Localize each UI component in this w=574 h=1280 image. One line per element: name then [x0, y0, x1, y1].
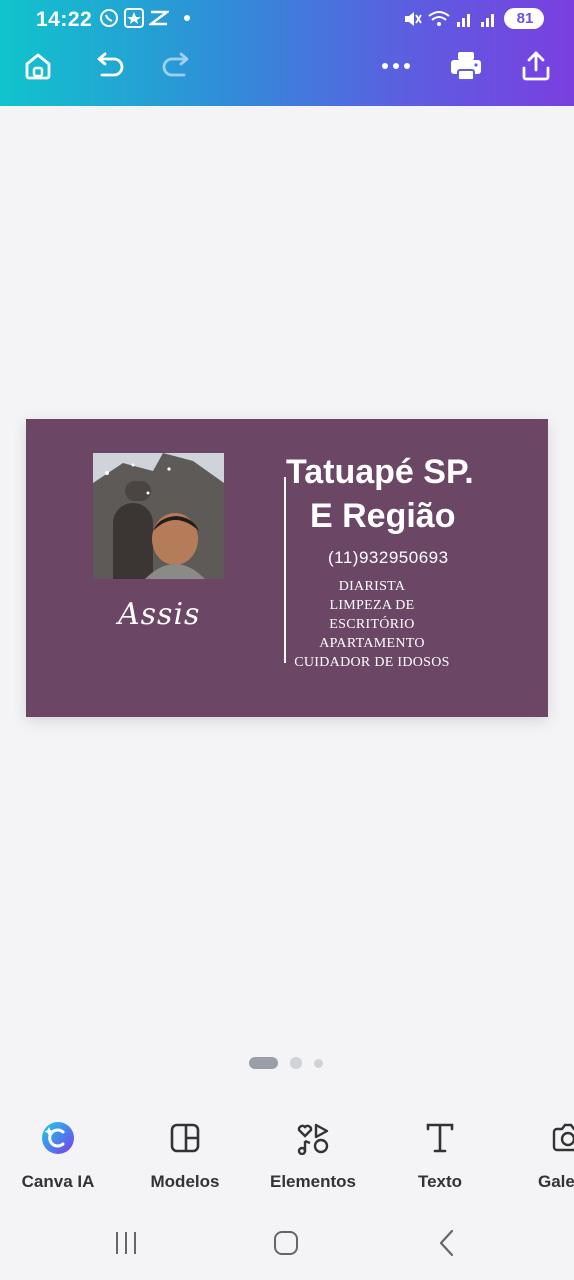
service-item: APARTAMENTO — [319, 636, 425, 651]
phone-number: (11)932950693 — [328, 548, 449, 567]
tool-label: Modelos — [150, 1172, 220, 1191]
more-dots-icon — [382, 63, 410, 69]
elements-icon — [293, 1118, 333, 1158]
whatsapp-icon — [99, 8, 119, 28]
recent-apps-button[interactable] — [106, 1225, 146, 1261]
more-options-button[interactable] — [376, 46, 416, 86]
text-icon — [420, 1118, 460, 1158]
undo-button[interactable] — [89, 46, 129, 86]
page-dot[interactable] — [290, 1057, 302, 1069]
home-nav-icon — [274, 1231, 298, 1255]
top-header: 14:22 81 — [0, 0, 574, 106]
redo-icon — [162, 52, 189, 77]
church-selfie-image — [93, 453, 224, 579]
tool-modelos[interactable]: Modelos — [125, 1112, 245, 1192]
services-list: DIARISTA LIMPEZA DE ESCRITÓRIO APARTAMEN… — [284, 577, 460, 672]
service-item: DIARISTA — [338, 579, 406, 594]
back-icon — [439, 1229, 454, 1257]
camera-icon — [548, 1118, 574, 1158]
service-item: CUIDADOR DE IDOSOS — [294, 655, 450, 670]
headline-line-1: Tatuapé SP. — [286, 453, 474, 491]
service-item: LIMPEZA DE — [329, 598, 415, 613]
tool-elementos[interactable]: Elementos — [253, 1112, 373, 1192]
home-nav-button[interactable] — [266, 1225, 306, 1261]
page-dot-active[interactable] — [249, 1057, 278, 1069]
print-icon — [451, 52, 481, 81]
battery-indicator: 81 — [504, 8, 544, 29]
app-notification-icon — [124, 8, 144, 28]
system-nav-bar — [0, 1215, 574, 1270]
home-icon — [25, 53, 51, 80]
headline-line-2: E Região — [310, 497, 456, 535]
tool-label: Canva IA — [21, 1172, 95, 1191]
service-item: ESCRITÓRIO — [329, 617, 415, 632]
recent-apps-icon — [116, 1232, 136, 1254]
undo-icon — [97, 52, 124, 77]
redo-button[interactable] — [157, 46, 197, 86]
home-button[interactable] — [18, 46, 58, 86]
print-button[interactable] — [446, 46, 486, 86]
templates-icon — [165, 1118, 205, 1158]
share-button[interactable] — [516, 46, 556, 86]
status-bar: 14:22 81 — [0, 0, 574, 40]
more-notifications-dot — [184, 15, 190, 21]
page-indicator — [249, 1057, 323, 1069]
profile-photo[interactable] — [93, 453, 224, 579]
back-nav-button[interactable] — [427, 1225, 467, 1261]
signal-icon — [457, 13, 470, 27]
tool-canva-ia[interactable]: Canva IA — [0, 1112, 118, 1192]
notification-icons — [99, 8, 190, 28]
system-icons: 81 — [402, 8, 544, 29]
share-icon — [522, 51, 550, 81]
business-card-design[interactable]: Assis Tatuapé SP. E Região (11)932950693… — [26, 419, 548, 717]
signal-icon-2 — [481, 13, 494, 27]
signature-text: Assis — [118, 597, 201, 632]
page-dot[interactable] — [314, 1058, 323, 1068]
tool-texto[interactable]: Texto — [380, 1112, 500, 1192]
tool-galeria[interactable]: Gale — [508, 1112, 574, 1192]
mute-icon — [405, 11, 422, 26]
canva-ai-icon — [38, 1118, 78, 1158]
wifi-icon — [428, 10, 450, 26]
tool-label: Gale — [538, 1172, 574, 1191]
capcut-icon — [147, 8, 171, 28]
tool-label: Elementos — [270, 1172, 356, 1191]
editor-tools-bar: Canva IA Modelos Elementos Texto Gale — [0, 1112, 574, 1202]
tool-label: Texto — [417, 1172, 463, 1191]
status-time: 14:22 — [36, 8, 93, 31]
